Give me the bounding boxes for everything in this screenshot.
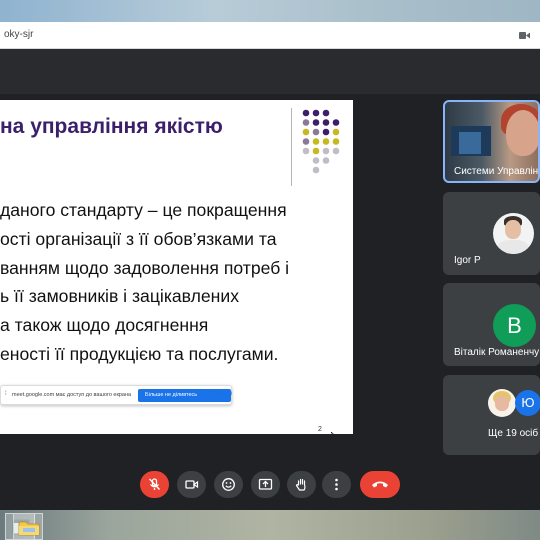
more-options-button[interactable] — [322, 471, 351, 498]
slide-body-line: ванням щодо задоволення потреб і — [0, 257, 290, 278]
slide-body-line: еності її продукцією та послугами. — [0, 343, 279, 364]
camera-icon — [185, 480, 199, 489]
decorative-dot — [302, 138, 310, 145]
slide-title: на управління якістю — [0, 115, 223, 138]
decorative-dot — [312, 138, 320, 145]
desktop-background-top — [0, 0, 540, 22]
decorative-dot — [312, 157, 320, 164]
slide-body-line: ь її замовників і зацікавлених — [0, 286, 240, 307]
camera-toggle-button[interactable] — [177, 471, 206, 498]
decorative-dot — [322, 157, 330, 164]
decorative-dot — [312, 119, 320, 126]
decorative-dot — [322, 109, 330, 117]
info-icon: ⁞ — [5, 391, 7, 397]
avatar: B — [493, 304, 536, 347]
participant-tile[interactable]: Igor P — [443, 192, 540, 275]
participant-name: Віталік Романенчу — [454, 347, 540, 358]
browser-address-bar[interactable]: oky-sjr — [0, 22, 540, 49]
participant-video-face — [506, 110, 538, 156]
notification-text: meet.google.com має доступ до вашого екр… — [12, 392, 132, 398]
camera-indicator-icon[interactable] — [519, 31, 530, 40]
meet-top-bar — [0, 49, 540, 94]
mouse-cursor-icon — [331, 432, 334, 434]
present-screen-button[interactable] — [251, 471, 280, 498]
leave-call-button[interactable] — [360, 471, 400, 498]
decorative-dot — [322, 138, 330, 145]
decorative-dot — [322, 128, 330, 136]
slide-body-line: а також щодо досягнення — [0, 315, 209, 336]
stop-sharing-label: Більше не діливтесь — [145, 392, 198, 398]
desktop-taskbar — [0, 510, 540, 540]
decorative-dot — [332, 147, 340, 155]
decorative-dot — [302, 128, 310, 136]
file-explorer-button[interactable] — [13, 513, 43, 540]
present-icon — [258, 478, 273, 490]
slide-page-number: 2 — [318, 426, 322, 433]
presentation-slide: на управління якістю даного стандарту – … — [0, 100, 353, 434]
decorative-dots — [302, 109, 340, 174]
hand-icon — [295, 478, 306, 491]
reactions-button[interactable] — [214, 471, 243, 498]
avatar — [488, 389, 516, 417]
decorative-dot — [312, 166, 320, 174]
decorative-dot — [302, 109, 310, 117]
decorative-dot — [302, 147, 310, 155]
decorative-dot — [322, 147, 330, 155]
microphone-toggle-button[interactable] — [140, 471, 169, 498]
participant-name: Igor P — [454, 255, 481, 266]
decorative-dot — [332, 119, 340, 126]
avatar-initial: Ю — [515, 390, 540, 416]
avatar-letter: B — [507, 313, 522, 338]
decorative-dot — [322, 119, 330, 126]
decorative-dot — [302, 119, 310, 126]
decorative-dot — [312, 147, 320, 155]
decorative-dot — [312, 109, 320, 117]
hide-notification-link[interactable]: Сховати — [209, 391, 232, 397]
emoji-icon — [222, 478, 235, 491]
raise-hand-button[interactable] — [287, 471, 316, 498]
folder-icon — [18, 521, 40, 536]
call-controls-bar — [0, 460, 540, 510]
slide-body: даного стандарту – це покращення ості ор… — [0, 196, 353, 369]
url-text: oky-sjr — [4, 29, 34, 40]
slide-divider — [291, 108, 292, 186]
bookshelf-books — [459, 132, 481, 154]
participant-tile-speaker[interactable]: Системи Управлін — [443, 100, 540, 183]
slide-body-line: ості організації з її обов’язками та — [0, 228, 277, 249]
screen-share-notification: ⁞ meet.google.com має доступ до вашого е… — [0, 385, 232, 405]
participant-tile[interactable]: B Віталік Романенчу — [443, 283, 540, 366]
avatar — [493, 213, 534, 254]
mic-off-icon — [148, 478, 161, 490]
end-call-icon — [372, 481, 388, 488]
decorative-dot — [312, 128, 320, 136]
decorative-dot — [332, 138, 340, 145]
participant-name: Системи Управлін — [454, 166, 539, 177]
slide-body-line: даного стандарту – це покращення — [0, 200, 287, 220]
more-participants-tile[interactable]: Ю Ще 19 осіб — [443, 375, 540, 455]
decorative-dot — [332, 128, 340, 136]
more-vert-icon — [335, 478, 338, 491]
more-participants-label: Ще 19 осіб — [488, 428, 539, 439]
